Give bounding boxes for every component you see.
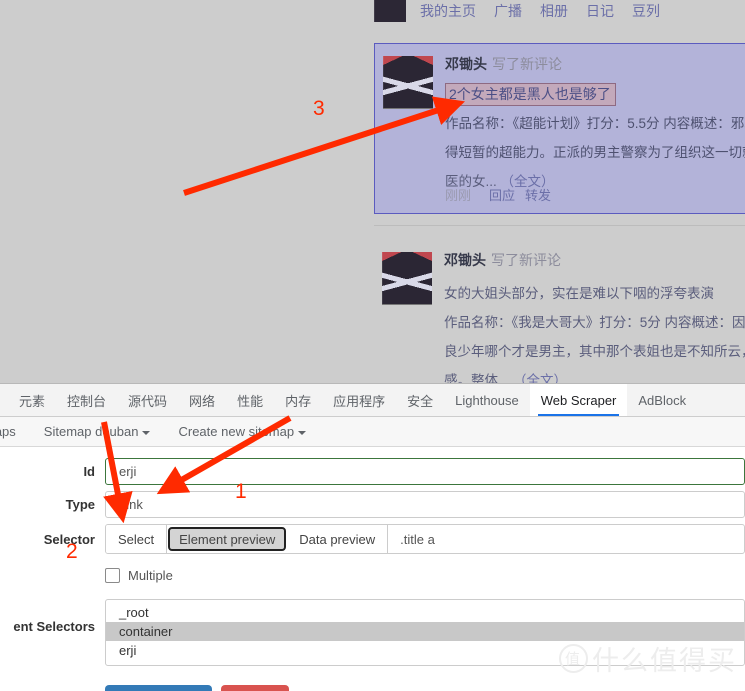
nav-link-notes[interactable]: 日记: [586, 1, 614, 21]
screenshot-root: 我的主页 广播 相册 日记 豆列 邓锄头 写了新评论 2个女主都是黑人也是够了 作…: [0, 0, 745, 691]
watermark-text: 什么值得买: [592, 646, 737, 676]
select-button[interactable]: Select: [106, 525, 168, 553]
element-preview-button[interactable]: Element preview: [168, 527, 287, 551]
nav-link-album[interactable]: 相册: [540, 1, 568, 21]
form-row-selector: Selector Select Element preview Data pre…: [0, 524, 745, 554]
selector-input[interactable]: .title a: [388, 525, 744, 553]
douban-page-region: 我的主页 广播 相册 日记 豆列 邓锄头 写了新评论 2个女主都是黑人也是够了 作…: [0, 0, 745, 383]
nav-current-sitemap[interactable]: Sitemap douban: [30, 424, 165, 439]
tab-console[interactable]: 控制台: [56, 384, 117, 416]
id-label: Id: [83, 464, 95, 479]
douban-nav-row: 我的主页 广播 相册 日记 豆列: [374, 0, 660, 22]
post-header: 邓锄头 写了新评论: [445, 54, 745, 74]
user-avatar-icon: [383, 56, 433, 109]
nav-create-new-sitemap[interactable]: Create new sitemap: [164, 424, 320, 439]
post-text-line-1: 女的大姐头部分，实在是难以下咽的浮夸表演: [444, 286, 714, 301]
multiple-label: Multiple: [128, 568, 173, 583]
nav-current-sitemap-label: Sitemap douban: [43, 424, 139, 439]
douban-content-column: 我的主页 广播 相册 日记 豆列 邓锄头 写了新评论 2个女主都是黑人也是够了 作…: [374, 0, 745, 383]
post-body: 邓锄头 写了新评论 女的大姐头部分，实在是难以下咽的浮夸表演 作品名称：《我是大哥…: [444, 250, 745, 383]
save-selector-button[interactable]: Save selector: [105, 685, 212, 691]
douban-nav-links: 我的主页 广播 相册 日记 豆列: [420, 1, 660, 21]
tab-lighthouse[interactable]: Lighthouse: [444, 384, 530, 416]
tab-web-scraper[interactable]: Web Scraper: [529, 384, 628, 416]
tab-network[interactable]: 网络: [178, 384, 226, 416]
tab-adblock[interactable]: AdBlock: [627, 384, 697, 416]
post-time: 刚刚: [445, 188, 472, 203]
post-item-highlighted[interactable]: 邓锄头 写了新评论 2个女主都是黑人也是够了 作品名称：《超能计划》打分：5.5分…: [374, 43, 745, 214]
nav-create-new-sitemap-label: Create new sitemap: [178, 424, 295, 439]
multiple-checkbox-row[interactable]: Multiple: [105, 568, 745, 583]
form-buttons: Save selector Cancel: [105, 685, 745, 691]
post-text-line-4: 感。整体... （全文）: [444, 369, 745, 383]
post-text-line-2: 得短暂的超能力。正派的男主警察为了组织这一切就能: [445, 145, 745, 160]
post-divider: [374, 225, 745, 226]
chevron-down-icon: [298, 430, 307, 435]
tab-memory[interactable]: 内存: [274, 384, 322, 416]
post-author[interactable]: 邓锄头: [444, 252, 486, 268]
nav-link-home[interactable]: 我的主页: [420, 1, 476, 21]
selector-input-group: Select Element preview Data preview .tit…: [105, 524, 745, 554]
list-item-root[interactable]: _root: [106, 603, 744, 622]
nav-link-status[interactable]: 广播: [494, 1, 522, 21]
post-meta: 刚刚 回应 转发: [445, 185, 551, 204]
post-title-link-selected[interactable]: 2个女主都是黑人也是够了: [445, 83, 616, 106]
id-input[interactable]: erji: [105, 458, 745, 485]
post-full-text-link[interactable]: （全文）: [513, 373, 567, 383]
form-row-id: Id erji: [0, 458, 745, 485]
selector-label: Selector: [43, 531, 95, 547]
post-text-truncated: 感。整体...: [444, 373, 510, 383]
devtools-panel: 元素 控制台 源代码 网络 性能 内存 应用程序 安全 Lighthouse W…: [0, 383, 745, 691]
post-item[interactable]: 邓锄头 写了新评论 女的大姐头部分，实在是难以下咽的浮夸表演 作品名称：《我是大哥…: [374, 240, 745, 383]
post-text-line-3: 良少年哪个才是男主，其中那个表姐也是不知所云，玛: [444, 344, 745, 359]
multiple-checkbox[interactable]: [105, 568, 120, 583]
post-text-line-1: 作品名称：《超能计划》打分：5.5分 内容概述：邪翼: [445, 116, 745, 131]
post-author[interactable]: 邓锄头: [445, 56, 487, 72]
post-forward-link[interactable]: 转发: [525, 188, 551, 203]
cancel-button[interactable]: Cancel: [220, 685, 290, 691]
tab-application[interactable]: 应用程序: [322, 384, 396, 416]
form-row-multiple: Multiple: [0, 560, 745, 593]
type-select[interactable]: Link: [105, 491, 745, 518]
data-preview-button[interactable]: Data preview: [287, 525, 389, 553]
sitemap-navbar: maps Sitemap douban Create new sitemap: [0, 417, 745, 447]
nav-link-doulist[interactable]: 豆列: [632, 1, 660, 21]
tab-performance[interactable]: 性能: [226, 384, 274, 416]
post-action: 写了新评论: [491, 252, 561, 268]
post-text-line-2: 作品名称：《我是大哥大》打分：5分 内容概述：因为: [444, 315, 745, 330]
user-avatar-icon: [382, 252, 432, 305]
form-row-type: Type Link: [0, 491, 745, 518]
watermark-logo-icon: 值: [559, 644, 588, 673]
chevron-down-icon: [142, 430, 151, 435]
user-avatar-icon: [374, 0, 406, 22]
nav-sitemaps[interactable]: maps: [0, 424, 30, 439]
post-action: 写了新评论: [492, 56, 562, 72]
tab-sources[interactable]: 源代码: [117, 384, 178, 416]
type-label: Type: [65, 497, 95, 512]
parent-selectors-label: ent Selectors: [13, 619, 95, 634]
post-body: 邓锄头 写了新评论 2个女主都是黑人也是够了 作品名称：《超能计划》打分：5.5分…: [445, 54, 745, 193]
devtools-tabbar: 元素 控制台 源代码 网络 性能 内存 应用程序 安全 Lighthouse W…: [0, 384, 745, 417]
post-header: 邓锄头 写了新评论: [444, 250, 745, 270]
tab-security[interactable]: 安全: [396, 384, 444, 416]
watermark: 值 什么值得买: [559, 639, 737, 678]
tab-elements[interactable]: 元素: [8, 384, 56, 416]
post-reply-link[interactable]: 回应: [489, 188, 515, 203]
